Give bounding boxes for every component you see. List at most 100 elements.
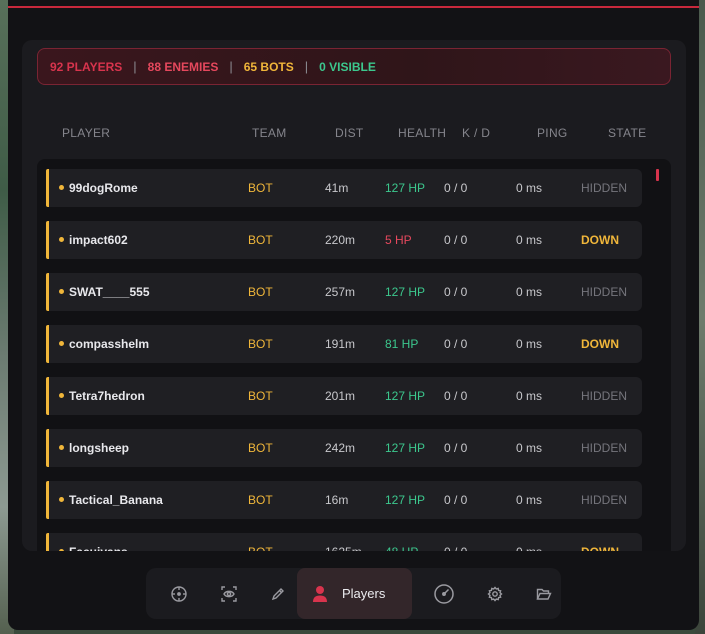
team-color-bar <box>46 169 49 207</box>
player-ping: 0 ms <box>516 285 543 299</box>
status-dot <box>59 445 64 450</box>
player-ping: 0 ms <box>516 181 543 195</box>
crosshair-icon <box>170 585 188 603</box>
enemies-count: 88 ENEMIES <box>147 59 219 74</box>
column-header-player[interactable]: PLAYER <box>62 126 110 140</box>
status-dot <box>59 393 64 398</box>
team-color-bar <box>46 429 49 467</box>
player-kd: 0 / 0 <box>444 337 468 351</box>
players-window: 92 PLAYERS | 88 ENEMIES | 65 BOTS | 0 VI… <box>8 0 699 630</box>
player-name: Facuivans <box>69 545 128 551</box>
player-team: BOT <box>248 389 273 403</box>
column-header-state[interactable]: STATE <box>608 126 646 140</box>
eye-scan-icon <box>220 585 238 603</box>
player-health: 127 HP <box>385 441 426 455</box>
column-header-dist[interactable]: DIST <box>335 126 364 140</box>
player-name: compasshelm <box>69 337 150 351</box>
player-team: BOT <box>248 233 273 247</box>
crosshair-button[interactable] <box>157 568 201 619</box>
table-row[interactable]: Tetra7hedron BOT 201m 127 HP 0 / 0 0 ms HIDDEN <box>46 377 642 415</box>
player-team: BOT <box>248 493 273 507</box>
player-team: BOT <box>248 181 273 195</box>
player-ping: 0 ms <box>516 545 542 551</box>
player-distance: 220m <box>325 233 356 247</box>
configs-button[interactable] <box>522 568 566 619</box>
player-distance: 201m <box>325 389 356 403</box>
table-row[interactable]: Tactical_Banana BOT 16m 127 HP 0 / 0 0 ms HIDD… <box>46 481 642 519</box>
player-health: 127 HP <box>385 493 426 507</box>
column-header-ping[interactable]: PING <box>537 126 568 140</box>
player-health: 127 HP <box>385 181 426 195</box>
table-header: PLAYER TEAM DIST HEALTH K / D PING STATE <box>22 126 686 142</box>
column-header-team[interactable]: TEAM <box>252 126 287 140</box>
pen-icon <box>270 586 286 602</box>
player-kd: 0 / 0 <box>444 493 468 507</box>
player-health: 48 HP <box>385 545 418 551</box>
team-color-bar <box>46 325 49 363</box>
player-team: BOT <box>248 441 273 455</box>
stats-separator: | <box>133 59 137 74</box>
player-name: impact602 <box>69 233 128 247</box>
column-header-health[interactable]: HEALTH <box>398 126 446 140</box>
scrollbar-thumb[interactable] <box>656 169 659 181</box>
team-color-bar <box>46 377 49 415</box>
gauge-icon <box>433 583 455 605</box>
player-distance: 191m <box>325 337 356 351</box>
players-panel: 92 PLAYERS | 88 ENEMIES | 65 BOTS | 0 VI… <box>22 40 686 551</box>
gear-icon <box>487 585 503 602</box>
table-row[interactable]: longsheep BOT 242m 127 HP 0 / 0 0 ms HIDDEN <box>46 429 642 467</box>
player-state: HIDDEN <box>581 441 628 455</box>
stats-separator: | <box>229 59 233 74</box>
player-name: Tactical_Banana <box>69 493 163 507</box>
players-tab[interactable]: Players <box>297 568 412 619</box>
player-state: DOWN <box>581 233 619 247</box>
player-ping: 0 ms <box>516 233 543 247</box>
table-row[interactable]: Facuivans BOT 1625m 48 HP 0 / 0 0 ms DOWN <box>46 533 642 551</box>
stats-banner: 92 PLAYERS | 88 ENEMIES | 65 BOTS | 0 VI… <box>37 48 671 85</box>
team-color-bar <box>46 533 49 551</box>
player-kd: 0 / 0 <box>444 389 468 403</box>
player-name: 99dogRome <box>69 181 138 195</box>
player-kd: 0 / 0 <box>444 285 468 299</box>
player-kd: 0 / 0 <box>444 545 467 551</box>
table-row[interactable]: 99dogRome BOT 41m 127 HP 0 / 0 0 ms HIDDEN <box>46 169 642 207</box>
table-row[interactable]: impact602 BOT 220m 5 HP 0 / 0 0 ms DOWN <box>46 221 642 259</box>
player-team: BOT <box>248 285 273 299</box>
team-color-bar <box>46 481 49 519</box>
window-accent-line <box>8 6 699 8</box>
status-dot <box>59 289 64 294</box>
edit-button[interactable] <box>256 568 300 619</box>
player-team: BOT <box>248 545 273 551</box>
player-name: SWAT____555 <box>69 285 150 299</box>
team-color-bar <box>46 273 49 311</box>
player-state: DOWN <box>581 545 619 551</box>
player-state: HIDDEN <box>581 493 628 507</box>
player-kd: 0 / 0 <box>444 181 468 195</box>
player-distance: 41m <box>325 181 349 195</box>
bots-count: 65 BOTS <box>243 59 294 74</box>
player-health: 81 HP <box>385 337 419 351</box>
player-state: HIDDEN <box>581 181 628 195</box>
player-ping: 0 ms <box>516 337 543 351</box>
user-icon <box>312 585 328 603</box>
player-state: DOWN <box>581 337 619 351</box>
player-state: HIDDEN <box>581 389 628 403</box>
column-header-kd[interactable]: K / D <box>462 126 490 140</box>
players-tab-label: Players <box>342 586 386 601</box>
table-row[interactable]: SWAT____555 BOT 257m 127 HP 0 / 0 0 ms HIDDEN <box>46 273 642 311</box>
table-row[interactable]: compasshelm BOT 191m 81 HP 0 / 0 0 ms DOWN <box>46 325 642 363</box>
status-dot <box>59 497 64 502</box>
settings-button[interactable] <box>473 568 517 619</box>
player-state: HIDDEN <box>581 285 628 299</box>
performance-button[interactable] <box>422 568 466 619</box>
player-kd: 0 / 0 <box>444 441 468 455</box>
player-health: 127 HP <box>385 285 426 299</box>
status-dot <box>59 549 64 551</box>
status-dot <box>59 237 64 242</box>
status-dot <box>59 185 64 190</box>
player-list[interactable]: 99dogRome BOT 41m 127 HP 0 / 0 0 ms HIDDEN impa… <box>37 159 671 551</box>
visuals-button[interactable] <box>207 568 251 619</box>
folder-open-icon <box>536 586 552 602</box>
player-health: 5 HP <box>385 233 412 247</box>
player-team: BOT <box>248 337 273 351</box>
